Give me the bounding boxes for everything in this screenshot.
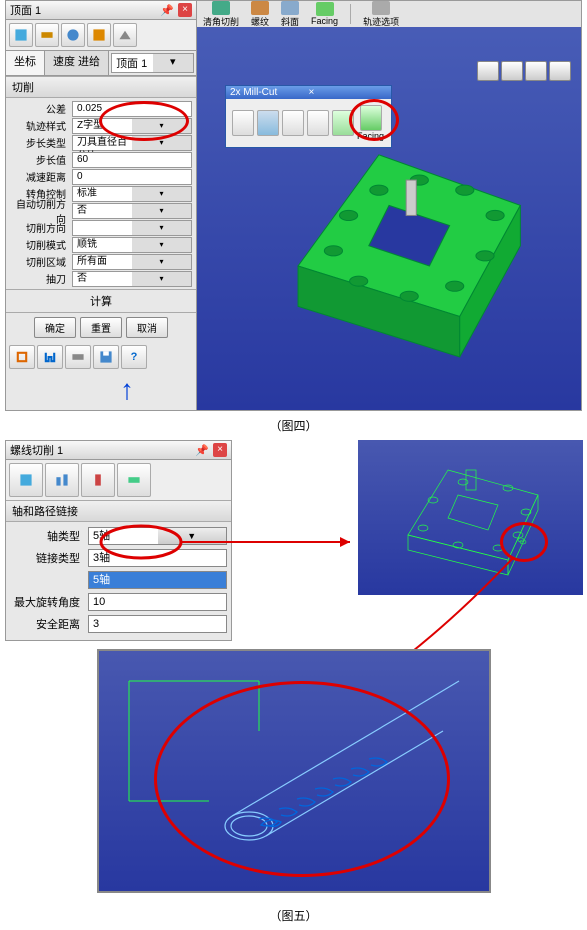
param-label: 步长值: [10, 152, 72, 167]
tabs: 坐标 速度 进给 顶面 1▾: [6, 50, 196, 76]
op-facing[interactable]: Facing: [311, 2, 338, 26]
chevron-down-icon: ▾: [153, 54, 193, 72]
op-thread[interactable]: 螺纹: [251, 1, 269, 28]
param-label: 轨迹样式: [10, 118, 72, 133]
p2-field-0[interactable]: 5轴▼: [88, 527, 227, 545]
panel-titlebar: 顶面 1 📌 ×: [6, 1, 196, 20]
param-field-2[interactable]: 刀具直径百分比▾: [72, 135, 192, 151]
section-header: 切削: [6, 76, 196, 98]
param-field-3[interactable]: 60: [72, 152, 192, 168]
param-field-5[interactable]: 标准▾: [72, 186, 192, 202]
p2-tool-3[interactable]: [81, 463, 115, 497]
help-icon[interactable]: ?: [121, 345, 147, 369]
chevron-down-icon: ▾: [132, 187, 191, 201]
param-label: 切削模式: [10, 237, 72, 252]
op-bevel[interactable]: 斜面: [281, 1, 299, 28]
p2-field-3[interactable]: 10: [88, 593, 227, 611]
param-field-8[interactable]: 顺铣▾: [72, 237, 192, 253]
op-pathopts[interactable]: 轨迹选项: [363, 1, 399, 28]
tool-btn-2[interactable]: [35, 23, 59, 47]
param-label: 公差: [10, 101, 72, 116]
tool-btn-3[interactable]: [61, 23, 85, 47]
calc-button[interactable]: 计算: [6, 289, 196, 313]
tool-btn-1[interactable]: [9, 23, 33, 47]
caption-1: （图四）: [0, 411, 587, 440]
close-icon[interactable]: ×: [213, 443, 227, 457]
p2-label: 链接类型: [10, 550, 88, 566]
operation-strip: 清角切削 螺纹 斜面 Facing 轨迹选项: [197, 1, 581, 27]
reset-button[interactable]: 重置: [80, 317, 122, 338]
bottom-icon-3[interactable]: [65, 345, 91, 369]
pin-icon[interactable]: 📌: [195, 444, 209, 457]
wireframe-view[interactable]: [358, 440, 583, 595]
close-icon[interactable]: ×: [178, 3, 192, 17]
chevron-down-icon: ▾: [132, 136, 191, 150]
param-label: 减速距离: [10, 169, 72, 184]
save-icon[interactable]: [93, 345, 119, 369]
param-field-0[interactable]: 0.025: [72, 101, 192, 117]
bottom-icon-2[interactable]: [37, 345, 63, 369]
p2-label: 轴类型: [10, 528, 88, 544]
panel-title: 顶面 1: [10, 2, 160, 18]
p2-section: 轴和路径链接: [6, 500, 231, 522]
param-field-7[interactable]: ▾: [72, 220, 192, 236]
tab-coord[interactable]: 坐标: [6, 51, 45, 75]
param-label: 切削方向: [10, 220, 72, 235]
chevron-down-icon: ▼: [158, 528, 227, 544]
arrow-up-icon: ↑: [120, 374, 134, 405]
tool-btn-4[interactable]: [87, 23, 111, 47]
3d-viewport[interactable]: 清角切削 螺纹 斜面 Facing 轨迹选项 2x Mill-Cut× Faci…: [197, 1, 581, 410]
param-field-9[interactable]: 所有面▾: [72, 254, 192, 270]
zoom-view[interactable]: [97, 649, 491, 893]
ok-button[interactable]: 确定: [34, 317, 76, 338]
surface-dropdown[interactable]: 顶面 1▾: [111, 53, 194, 73]
p2-field-1[interactable]: 3轴: [88, 549, 227, 567]
cancel-button[interactable]: 取消: [126, 317, 168, 338]
chevron-down-icon: ▾: [132, 119, 191, 133]
op-clearcut[interactable]: 清角切削: [203, 1, 239, 28]
toolbar: [6, 20, 196, 50]
param-field-4[interactable]: 0: [72, 169, 192, 185]
tab-speed[interactable]: 速度 进给: [45, 51, 109, 75]
param-field-10[interactable]: 否▾: [72, 271, 192, 287]
tool-btn-5[interactable]: [113, 23, 137, 47]
chevron-down-icon: ▾: [132, 238, 191, 252]
param-field-1[interactable]: Z字型▾: [72, 118, 192, 134]
p2-label: 安全距离: [10, 616, 88, 632]
p2-field-2[interactable]: 5轴: [88, 571, 227, 589]
param-label: 切削区域: [10, 254, 72, 269]
chevron-down-icon: ▾: [132, 204, 191, 218]
chevron-down-icon: ▾: [132, 272, 191, 286]
param-field-6[interactable]: 否▾: [72, 203, 192, 219]
p2-label: 最大旋转角度: [10, 594, 88, 610]
chevron-down-icon: ▾: [132, 221, 191, 235]
chevron-down-icon: ▾: [132, 255, 191, 269]
caption-2: （图五）: [0, 901, 587, 930]
p2-tool-1[interactable]: [9, 463, 43, 497]
p2-tool-4[interactable]: [117, 463, 151, 497]
bottom-icon-1[interactable]: [9, 345, 35, 369]
p2-field-4[interactable]: 3: [88, 615, 227, 633]
panel2-title: 螺线切削 1: [10, 442, 195, 458]
p2-tool-2[interactable]: [45, 463, 79, 497]
param-label: 抽刀: [10, 271, 72, 286]
pin-icon[interactable]: 📌: [160, 4, 174, 17]
panel2-titlebar: 螺线切削 1 📌 ×: [6, 441, 231, 460]
param-label: 步长类型: [10, 135, 72, 150]
